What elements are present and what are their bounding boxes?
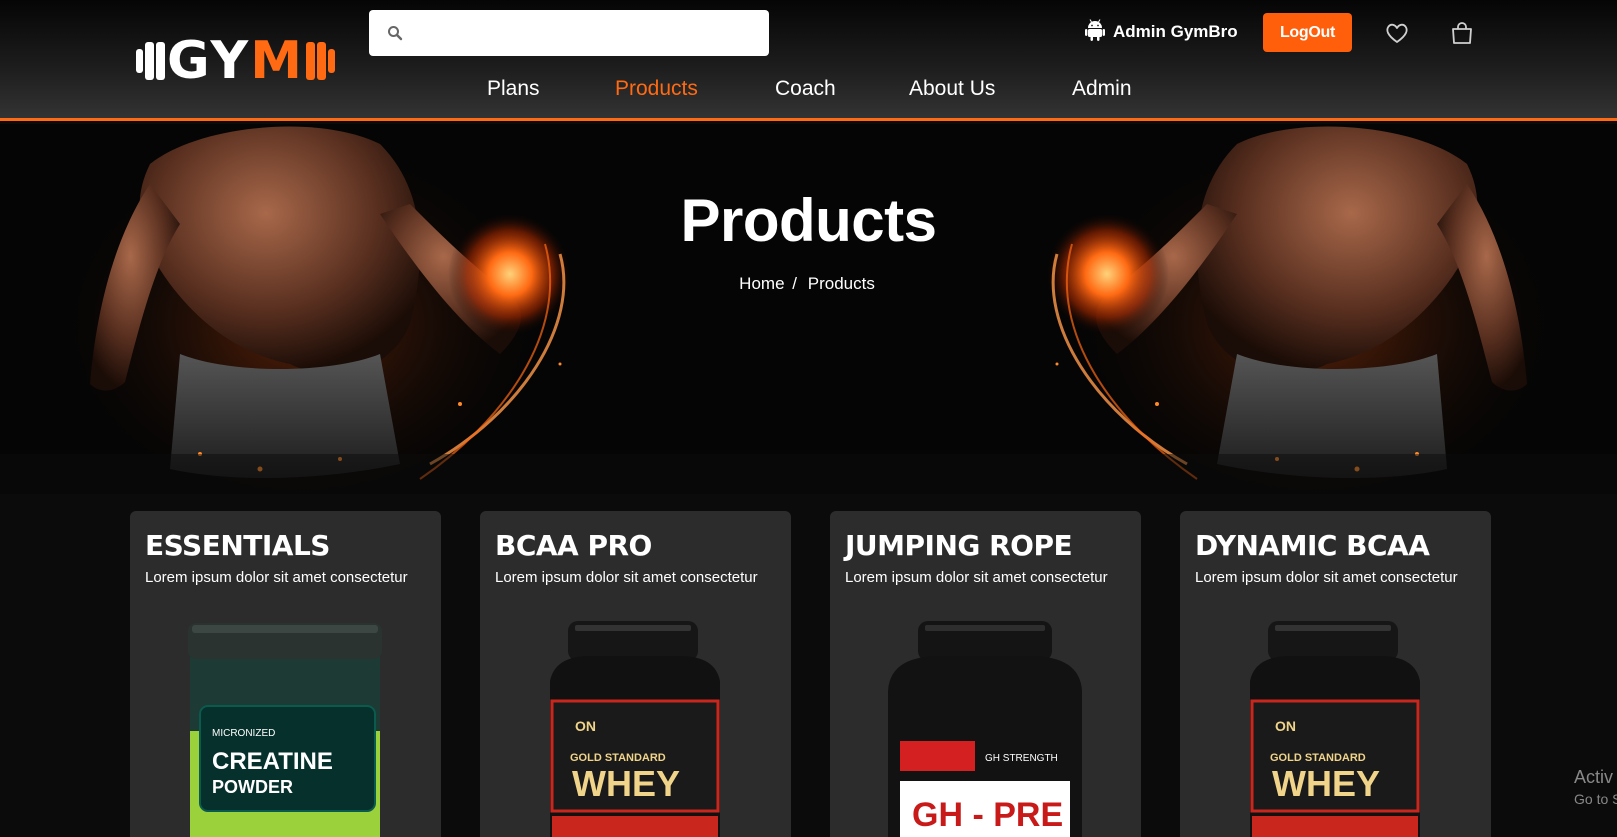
shopping-bag-icon[interactable] [1447, 18, 1477, 48]
android-icon [1085, 18, 1105, 46]
nav-item-coach[interactable]: Coach [775, 77, 836, 101]
product-image: ON GOLD STANDARD WHEY [1250, 621, 1420, 837]
product-image: MICRONIZED CREATINE POWDER [188, 623, 382, 837]
product-title: JUMPING ROPE [845, 529, 1073, 562]
heart-icon[interactable] [1382, 18, 1412, 48]
svg-text:GH STRENGTH: GH STRENGTH [985, 753, 1058, 764]
user-name: Admin GymBro [1113, 22, 1238, 41]
svg-text:ON: ON [1275, 718, 1296, 734]
product-card[interactable]: JUMPING ROPE Lorem ipsum dolor sit amet … [830, 511, 1141, 837]
hero-background-image [0, 124, 1617, 494]
breadcrumb-home[interactable]: Home [739, 274, 784, 293]
search-icon [387, 25, 403, 41]
product-description: Lorem ipsum dolor sit amet consectetur [1195, 569, 1458, 586]
page-title: Products [680, 187, 937, 254]
nav-item-plans[interactable]: Plans [487, 77, 540, 101]
product-card[interactable]: BCAA PRO Lorem ipsum dolor sit amet cons… [480, 511, 791, 837]
svg-text:CREATINE: CREATINE [212, 748, 333, 775]
hero-banner: Products Home / Products [0, 124, 1617, 494]
product-title: DYNAMIC BCAA [1195, 529, 1430, 562]
product-description: Lorem ipsum dolor sit amet consectetur [495, 569, 758, 586]
product-description: Lorem ipsum dolor sit amet consectetur [145, 569, 408, 586]
nav-item-about-us[interactable]: About Us [909, 77, 995, 101]
product-image: GH STRENGTH GH - PRE [888, 621, 1082, 837]
watermark-line-2: Go to S [1574, 791, 1617, 807]
svg-text:WHEY: WHEY [572, 763, 680, 804]
watermark-line-1: Activ [1574, 767, 1614, 787]
product-title: BCAA PRO [495, 529, 652, 562]
svg-text:MICRONIZED: MICRONIZED [212, 728, 275, 739]
site-header: GYM Admin GymBro LogOut Plans Products C… [0, 0, 1617, 121]
svg-text:ON: ON [575, 718, 596, 734]
search-input[interactable] [413, 13, 759, 53]
svg-text:POWDER: POWDER [212, 777, 293, 797]
product-title: ESSENTIALS [145, 529, 330, 562]
product-card[interactable]: DYNAMIC BCAA Lorem ipsum dolor sit amet … [1180, 511, 1491, 837]
search-bar [369, 10, 769, 56]
svg-text:GH - PRE: GH - PRE [912, 796, 1063, 834]
product-description: Lorem ipsum dolor sit amet consectetur [845, 569, 1108, 586]
breadcrumb-separator: / [792, 274, 797, 293]
activate-windows-watermark: Activ Go to S [1574, 767, 1617, 807]
logout-button[interactable]: LogOut [1263, 13, 1352, 52]
nav-item-products[interactable]: Products [615, 77, 698, 101]
main-nav: Plans Products Coach About Us Admin [0, 74, 1617, 106]
nav-item-admin[interactable]: Admin [1072, 77, 1132, 101]
breadcrumb: Home / Products [0, 274, 1617, 294]
svg-text:WHEY: WHEY [1272, 763, 1380, 804]
product-card[interactable]: ESSENTIALS Lorem ipsum dolor sit amet co… [130, 511, 441, 837]
breadcrumb-current: Products [807, 274, 875, 293]
user-account[interactable]: Admin GymBro [1085, 18, 1238, 46]
product-image: ON GOLD STANDARD WHEY [550, 621, 720, 837]
